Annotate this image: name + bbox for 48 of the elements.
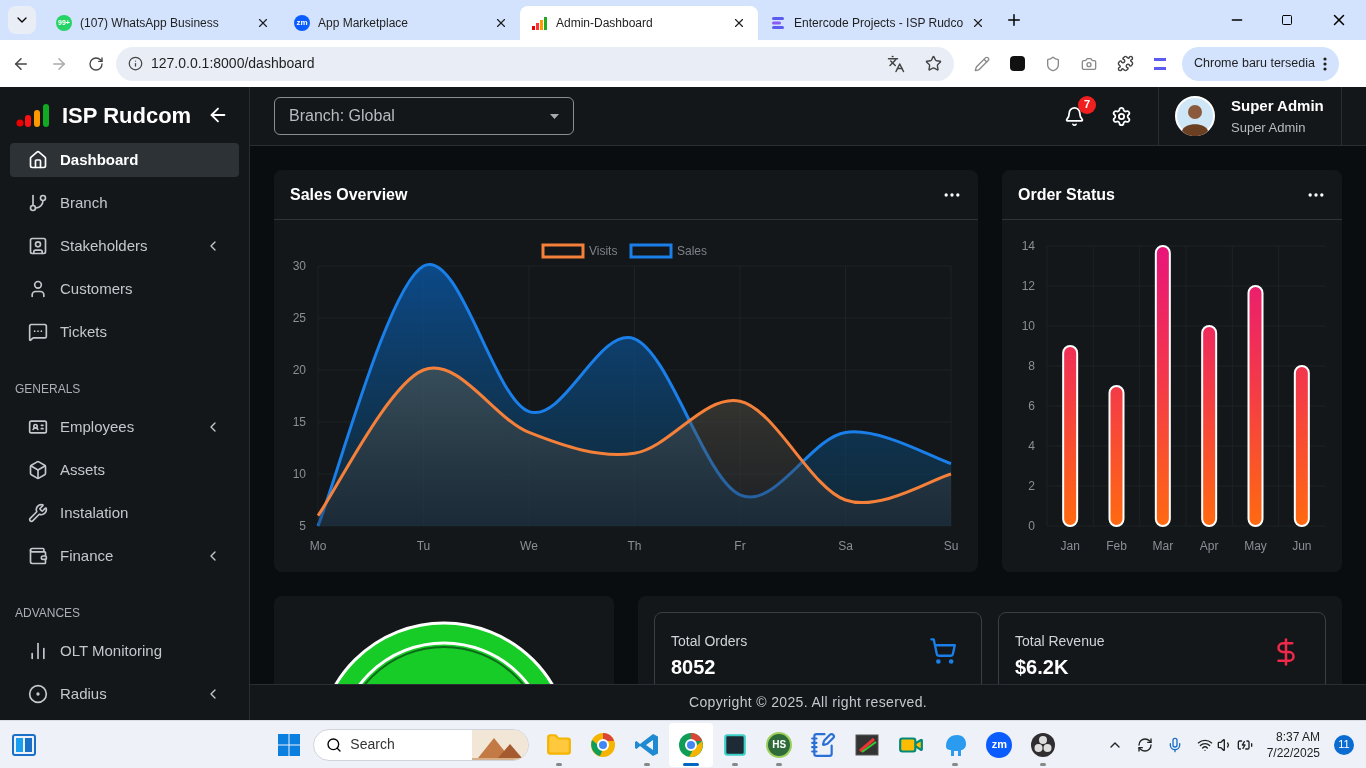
- axis-label: 8: [1028, 359, 1035, 373]
- brand-name: ISP Rudcom: [62, 101, 192, 130]
- notification-badge: 7: [1078, 95, 1096, 114]
- stat-value: 8052: [671, 655, 717, 680]
- tab-title: (107) WhatsApp Business: [80, 15, 220, 32]
- axis-label: Fr: [734, 539, 746, 553]
- user-name: Super Admin: [1231, 96, 1324, 116]
- axis-label: 2: [1028, 479, 1035, 493]
- legend-label: Visits: [589, 244, 618, 258]
- axis-label: 12: [1021, 279, 1035, 293]
- axis-label: 10: [1021, 319, 1035, 333]
- section-heading: ADVANCES: [14, 605, 82, 622]
- copyright-text: Copyright © 2025. All right reserved.: [688, 693, 927, 712]
- axis-label: 20: [292, 363, 306, 377]
- axis-label: 30: [292, 259, 306, 273]
- axis-label: 10: [292, 467, 306, 481]
- axis-label: 5: [299, 519, 306, 533]
- tab-title: Entercode Projects - ISP Rudco: [794, 15, 964, 32]
- axis-label: 15: [292, 415, 306, 429]
- tab-title: App Marketplace: [318, 15, 410, 32]
- axis-label: Th: [627, 539, 642, 553]
- axis-label: Tu: [416, 539, 431, 553]
- card-title: Order Status: [1018, 184, 1116, 205]
- stat-label: Total Orders: [671, 632, 749, 651]
- url-text: 127.0.0.1:8000/dashboard: [151, 54, 316, 73]
- stat-value: $6.2K: [1015, 655, 1070, 680]
- axis-label: 0: [1028, 519, 1035, 533]
- axis-label: We: [520, 539, 538, 553]
- card-title: Sales Overview: [290, 184, 409, 205]
- section-heading: GENERALS: [14, 381, 82, 398]
- axis-label: Sa: [838, 539, 853, 553]
- axis-label: 14: [1021, 239, 1035, 253]
- axis-label: Apr: [1199, 539, 1219, 553]
- axis-label: Jun: [1292, 539, 1312, 553]
- zoom-icon: zm: [294, 15, 310, 31]
- axis-label: May: [1244, 539, 1267, 553]
- axis-label: 25: [292, 311, 306, 325]
- axis-label: Su: [943, 539, 959, 553]
- axis-label: Jan: [1060, 539, 1080, 553]
- axis-label: 4: [1028, 439, 1035, 453]
- axis-label: 6: [1028, 399, 1035, 413]
- legend-label: Sales: [677, 244, 708, 258]
- stat-label: Total Revenue: [1015, 632, 1106, 651]
- tab-title: Admin-Dashboard: [556, 15, 654, 32]
- axis-label: Mo: [309, 539, 327, 553]
- user-role: Super Admin: [1231, 118, 1307, 137]
- axis-label: Mar: [1152, 539, 1174, 553]
- axis-label: Feb: [1106, 539, 1127, 553]
